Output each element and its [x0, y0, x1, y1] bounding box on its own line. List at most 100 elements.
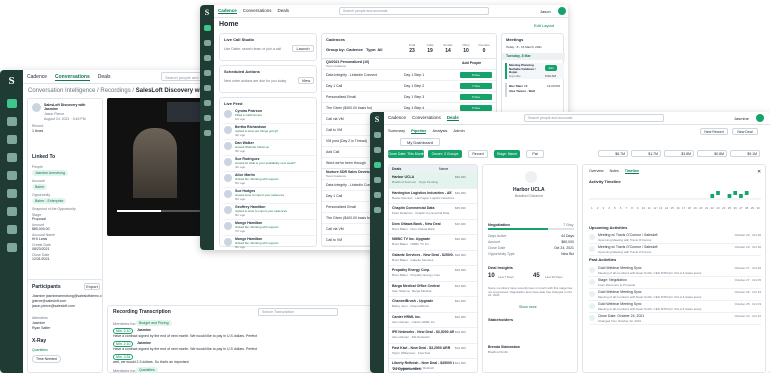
- live-feed-item[interactable]: Geoffrey Hamilton replied to How to impor…: [223, 204, 315, 220]
- new-record-button[interactable]: New Record: [700, 128, 728, 135]
- tab-admin[interactable]: Admin: [453, 128, 464, 134]
- analytics-icon[interactable]: [6, 225, 17, 234]
- activity-item[interactable]: Meeting w/ Travis O'Connor / Salesloft Up…: [589, 244, 761, 256]
- w3-deals-icon[interactable]: [373, 162, 381, 168]
- w2-search-input[interactable]: Search people and accounts: [339, 7, 489, 15]
- w3-email-icon[interactable]: [373, 207, 381, 213]
- timeline-event[interactable]: [716, 191, 720, 195]
- people-chip[interactable]: Jasmine Armstrong: [32, 170, 68, 176]
- cadence-due-button[interactable]: 8 Due: [460, 72, 492, 78]
- live-feed-item[interactable]: Sue Hodges viewed How to import your cade…: [223, 188, 315, 204]
- mentions-chip[interactable]: Budget and Pricing: [136, 320, 172, 326]
- w3-people-icon[interactable]: [373, 177, 381, 183]
- xray-item[interactable]: Quantities: [32, 348, 48, 352]
- cadences-group-select[interactable]: Group by: Cadence: [326, 47, 363, 52]
- detail-tab-notes[interactable]: Notes: [610, 169, 619, 174]
- mentions-chip-2[interactable]: Quantities: [136, 367, 158, 373]
- live-feed-item[interactable]: Cyndra Pearson Filled a CallConnect 1hr ag…: [223, 108, 315, 124]
- deal-row[interactable]: Propathy Energy Corp. Brent Baker · Propa…: [389, 266, 477, 282]
- filter-record[interactable]: Record: [468, 150, 488, 158]
- activity-item[interactable]: Gold Webinar Meeting Sync Meeting of all …: [589, 289, 761, 301]
- w2-calls-icon[interactable]: [203, 85, 211, 91]
- timeline-event[interactable]: [744, 191, 749, 195]
- meeting-2[interactable]: Bla / Marc / Il Alex Tanner · Wolf 12:00…: [505, 83, 564, 97]
- activity-item[interactable]: Meeting w/ Travis O'Connor / Salesloft Up…: [589, 232, 761, 244]
- cadence-step[interactable]: Personalized Email Day 1 Step 3 6 Due: [322, 91, 496, 102]
- deal-row[interactable]: Harbor UCLA Bradford Solomon · Oppo Pendi…: [389, 173, 477, 189]
- detail-tab-timeline[interactable]: Timeline: [624, 169, 639, 174]
- w2-user-avatar[interactable]: [558, 7, 566, 15]
- w2-nav-deals[interactable]: Deals: [278, 8, 290, 14]
- activity-item[interactable]: Stage: Negotiation From Discovery to Prop…: [589, 277, 761, 289]
- w3-user-menu[interactable]: Jasmine: [734, 116, 749, 121]
- deal-list-sort[interactable]: Name: [439, 167, 448, 171]
- timeline-event[interactable]: [739, 194, 743, 198]
- participants-export-button[interactable]: Export: [84, 283, 100, 290]
- edit-layout-link[interactable]: Edit Layout: [534, 23, 554, 28]
- deal-row[interactable]: Fast Kiwi - New Deal - $3,2500 ARR Taylor…: [389, 344, 477, 359]
- cadence-step[interactable]: Data Integrity - Linkedin Connect Day 1 S…: [322, 69, 496, 80]
- tab-summary[interactable]: Summary: [388, 128, 405, 134]
- live-feed-item[interactable]: Sue Rodriguez viewed Hi what is your avai…: [223, 156, 315, 172]
- meeting-1[interactable]: Meeting Planning Nathalie Faldman / Boja…: [505, 63, 564, 79]
- tab-analysis[interactable]: Analysis: [432, 128, 447, 134]
- join-meeting-button[interactable]: Join: [545, 65, 557, 71]
- activity-item[interactable]: Close Date: October 24, 2021 Changed from…: [589, 313, 761, 325]
- live-feed-item[interactable]: Alice Martin clicked Re: Working with sup…: [223, 172, 315, 188]
- xray-item-2[interactable]: Time Needed: [32, 355, 61, 363]
- scheduled-view-button[interactable]: View: [298, 77, 314, 84]
- deal-row[interactable]: NMBC TV Inc. Upgrade Brent Baker · NMBC T…: [389, 235, 477, 251]
- timeline-event[interactable]: [710, 194, 715, 198]
- calls-icon[interactable]: [6, 171, 17, 180]
- deal-row[interactable]: Chaplin Commercial Data Peter Delacroix ·…: [389, 204, 477, 220]
- account-chip[interactable]: Bairer: [32, 184, 48, 190]
- w1-nav-cadence[interactable]: Cadence: [27, 74, 47, 81]
- close-icon[interactable]: ✕: [757, 169, 761, 175]
- cadence-due-button[interactable]: 5 Due: [460, 105, 492, 111]
- cadence-due-button[interactable]: 7 Due: [460, 83, 492, 89]
- deal-row[interactable]: Canter HRML Inc. Alex Holman · Canter HRM…: [389, 313, 477, 328]
- w3-calls-icon[interactable]: [373, 192, 381, 198]
- w2-user-menu[interactable]: Jason: [540, 9, 551, 14]
- transcript-search-input[interactable]: Search Transcription: [258, 308, 338, 316]
- deal-row[interactable]: Dom Ottawa Bank - New Deal Brent Baker · …: [389, 220, 477, 235]
- deal-row[interactable]: Galante Services - New Deal - $250/0 ARR…: [389, 251, 477, 266]
- w2-people-icon[interactable]: [203, 55, 211, 61]
- cadences-type-select[interactable]: Type: All: [366, 47, 382, 52]
- opportunity-chip[interactable]: Bairer - Enterprise: [32, 198, 67, 204]
- w3-user-avatar[interactable]: [756, 114, 764, 122]
- filter-stage[interactable]: Stage: Name: [494, 150, 520, 158]
- timeline-event[interactable]: [733, 191, 738, 195]
- dashboard-select[interactable]: My Dashboard: [400, 138, 440, 146]
- w3-nav-deals[interactable]: Deals: [446, 115, 459, 121]
- meetings-range[interactable]: Today · 8 - 15 March, 2021: [506, 45, 542, 49]
- filter-pat[interactable]: Pat: [526, 150, 544, 158]
- new-deal-button[interactable]: New Deal: [732, 128, 758, 135]
- tab-pipeline[interactable]: Pipeline: [411, 128, 427, 134]
- w1-nav-deals[interactable]: Deals: [98, 74, 111, 81]
- cadence-due-button[interactable]: 6 Due: [460, 94, 492, 100]
- timeline-event[interactable]: [727, 194, 732, 198]
- w2-email-icon[interactable]: [203, 100, 211, 106]
- show-more-link[interactable]: Show more: [519, 305, 537, 309]
- w1-nav-conversations[interactable]: Conversations: [55, 74, 90, 81]
- filter-owner[interactable]: Owner: 3 Groups: [428, 150, 462, 158]
- live-feed-item[interactable]: Monge Hamilton clicked Re: Working with s…: [223, 236, 315, 250]
- accounts-icon[interactable]: [6, 153, 17, 162]
- cadence-step[interactable]: Day 1 Call Day 1 Step 2 7 Due: [322, 80, 496, 91]
- deal-row[interactable]: IFE Networks - New Deal - $3,5000 ARR Ale…: [389, 328, 477, 344]
- w3-nav-conversations[interactable]: Conversations: [412, 115, 441, 121]
- deal-row[interactable]: ChannelBrush - Upgrade Bailey Jean · Chan…: [389, 297, 477, 313]
- w2-accounts-icon[interactable]: [203, 70, 211, 76]
- filter-close-date[interactable]: Close Date: This Month: [388, 150, 425, 158]
- tasks-icon[interactable]: [6, 207, 17, 216]
- live-feed-item[interactable]: Monge Hamilton clicked Re: Working with s…: [223, 220, 315, 236]
- detail-tab-overview[interactable]: Overview: [589, 169, 604, 174]
- activity-item[interactable]: Gold Webinar Meeting Sync Meeting of all …: [589, 301, 761, 313]
- email-icon[interactable]: [6, 189, 17, 198]
- settings-icon[interactable]: [6, 243, 17, 252]
- w2-home-icon[interactable]: [203, 25, 211, 31]
- w2-analytics-icon[interactable]: [203, 130, 211, 136]
- w3-nav-cadence[interactable]: Cadence: [388, 115, 406, 121]
- w2-nav-cadence[interactable]: Cadence: [218, 8, 237, 14]
